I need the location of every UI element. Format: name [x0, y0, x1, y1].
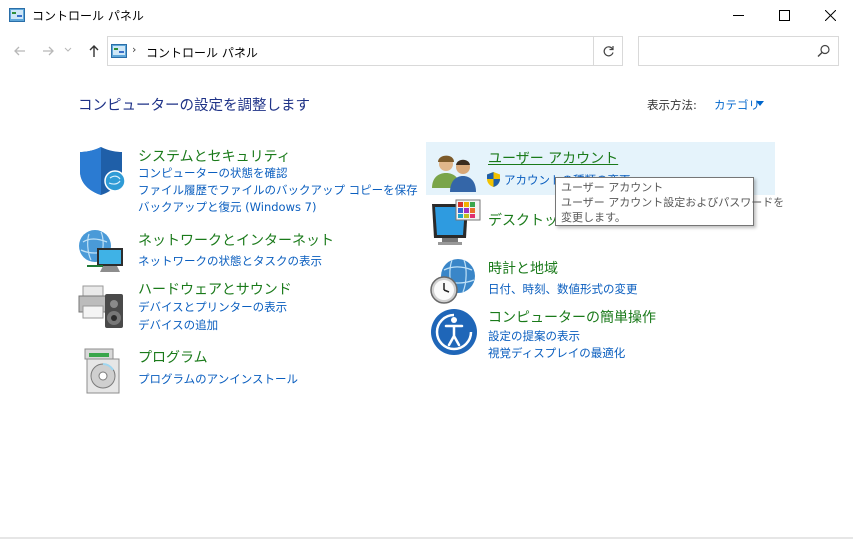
recent-locations-icon[interactable]: [64, 46, 72, 54]
printer-speaker-icon[interactable]: [77, 280, 129, 332]
title-bar: コントロール パネル: [0, 0, 853, 31]
uac-shield-icon: [487, 172, 500, 187]
tooltip-description: ユーザー アカウント設定およびパスワードを: [561, 196, 785, 209]
category-title-programs[interactable]: プログラム: [138, 347, 208, 367]
link-uninstall-program[interactable]: プログラムのアンインストール: [138, 371, 298, 387]
maximize-icon: [778, 10, 790, 21]
control-panel-icon: [9, 8, 25, 22]
category-title-appearance[interactable]: デスクトップのカスタマイズ: [488, 210, 555, 230]
minimize-icon: [732, 15, 744, 16]
page-heading: コンピューターの設定を調整します: [78, 98, 310, 114]
clock-globe-icon[interactable]: [430, 256, 482, 308]
network-globe-icon[interactable]: [77, 226, 129, 278]
link-add-device[interactable]: デバイスの追加: [138, 317, 218, 333]
close-button[interactable]: [807, 0, 853, 31]
category-title-hardware-sound[interactable]: ハードウェアとサウンド: [138, 279, 292, 299]
back-arrow-icon[interactable]: [12, 43, 28, 59]
link-file-history-backup[interactable]: ファイル履歴でファイルのバックアップ コピーを保存: [138, 182, 418, 198]
close-icon: [824, 10, 836, 21]
breadcrumb-separator[interactable]: ›: [241, 43, 245, 56]
category-title-user-accounts[interactable]: ユーザー アカウント: [488, 148, 618, 168]
category-title-network-internet[interactable]: ネットワークとインターネット: [138, 230, 334, 250]
link-devices-printers[interactable]: デバイスとプリンターの表示: [138, 299, 287, 315]
user-accounts-tooltip: ユーザー アカウント ユーザー アカウント設定およびパスワードを 変更します。: [555, 177, 785, 226]
refresh-button[interactable]: [593, 36, 623, 66]
address-bar[interactable]: › コントロール パネル ›: [107, 36, 683, 66]
view-by-dropdown[interactable]: カテゴリ: [714, 97, 760, 113]
security-shield-icon[interactable]: [77, 145, 129, 197]
breadcrumb-separator[interactable]: ›: [132, 43, 136, 56]
tooltip-title: ユーザー アカウント: [561, 181, 664, 194]
link-check-computer-status[interactable]: コンピューターの状態を確認: [138, 165, 288, 181]
link-suggested-settings[interactable]: 設定の提案の表示: [488, 328, 580, 344]
programs-disc-icon[interactable]: [77, 345, 129, 397]
minimize-button[interactable]: [715, 0, 761, 31]
link-network-status[interactable]: ネットワークの状態とタスクの表示: [138, 253, 322, 269]
category-title-ease-of-access[interactable]: コンピューターの簡単操作: [488, 307, 656, 327]
chevron-down-icon[interactable]: [756, 101, 764, 107]
category-title-system-security[interactable]: システムとセキュリティ: [138, 146, 291, 166]
tooltip-description: 変更します。: [561, 211, 626, 224]
window-title: コントロール パネル: [32, 9, 144, 23]
control-panel-icon: [111, 44, 127, 58]
search-icon[interactable]: [817, 44, 831, 58]
users-icon[interactable]: [430, 148, 482, 200]
search-input[interactable]: [643, 42, 813, 60]
view-by-label: 表示方法:: [647, 98, 697, 112]
link-backup-restore[interactable]: バックアップと復元 (Windows 7): [138, 199, 316, 215]
category-title-clock-region[interactable]: 時計と地域: [488, 258, 558, 278]
maximize-button[interactable]: [761, 0, 807, 31]
link-date-time-number-format[interactable]: 日付、時刻、数値形式の変更: [488, 281, 638, 297]
up-arrow-icon[interactable]: [86, 43, 102, 59]
ease-of-access-icon[interactable]: [430, 308, 482, 360]
search-box[interactable]: [638, 36, 839, 66]
refresh-icon: [603, 45, 614, 56]
navigation-bar: › コントロール パネル ›: [0, 35, 853, 67]
link-optimize-visual-display[interactable]: 視覚ディスプレイの最適化: [488, 345, 625, 361]
display-palette-icon[interactable]: [430, 198, 482, 250]
forward-arrow-icon[interactable]: [40, 43, 56, 59]
